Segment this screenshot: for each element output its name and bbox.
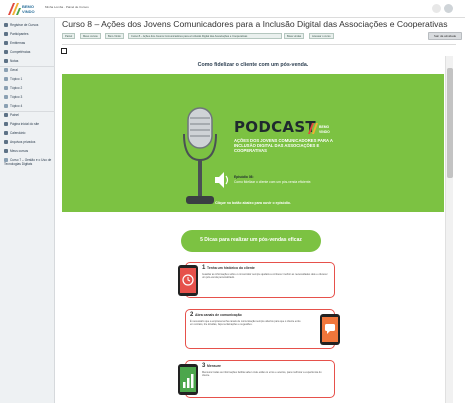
tip-card-2: 2 Abra canais de comunicação É necessári… [185,309,340,349]
page-title: Curso 8 – Ações dos Jovens Comunicadores… [62,19,448,29]
sidebar-divider [0,66,55,67]
svg-text:VINDO: VINDO [22,9,35,14]
sidebar-item-topico-1[interactable]: Tópico 1 [4,77,54,81]
chart-icon [4,50,8,54]
sidebar-item-pagina-inicial[interactable]: Página inicial do site [4,122,54,126]
dashboard-icon [4,113,8,117]
tip-number: 2 [190,312,194,318]
svg-text:BEMO: BEMO [319,125,330,129]
sidebar-item-emblemas[interactable]: Emblemas [4,41,54,45]
episode-title: Como fidelizar o cliente com um pós-vend… [234,180,312,184]
sidebar-item-registrar[interactable]: Registrar de Cursos [4,23,54,27]
breadcrumb-item-boas-vindas[interactable]: Boas vindas [284,33,305,39]
header-divider [62,44,456,45]
podcast-banner: PODCAST AÇÕES DOS JOVENS COMUNICADORES P… [62,74,444,212]
intro-heading: Como fidelizar o cliente com um pós-vend… [197,62,309,68]
app-window: BEMO VINDO Minha Lomba · Painel de Curso… [0,0,465,403]
podcast-subtitle: AÇÕES DOS JOVENS COMUNICADORES PARA A IN… [234,138,333,153]
breadcrumb-item-bem-vindo[interactable]: Bem-Vindo [105,33,124,39]
notification-icon[interactable] [432,4,441,13]
chat-icon [320,314,340,345]
home-icon [4,122,8,126]
tips-banner: 5 Dicas para realizar um pós-vendas efic… [181,230,321,252]
speaker-icon[interactable] [214,171,230,189]
top-breadcrumb[interactable]: Minha Lomba · Painel de Cursos [45,5,89,9]
users-icon [4,32,8,36]
folder-icon [4,95,8,99]
breadcrumb-item-curso[interactable]: Curso 8 – Ações dos Jovens Comunicadores… [128,33,282,39]
tips-heading: 5 Dicas para realizar um pós-vendas efic… [200,237,302,243]
clock-icon [178,265,198,296]
tip-card-1: 1 Tenha um histórico do cliente Guardar … [178,262,335,298]
sidebar-item-arquivos[interactable]: Arquivos privados [4,140,54,144]
tip-body: É necessário que a empresa tenha canais … [190,320,301,326]
sidebar-item-notas[interactable]: Notas [4,59,54,63]
podcast-title: PODCAST [234,118,316,136]
sidebar-item-curso-7[interactable]: Curso 7 – Gestão e o Uso de Tecnologias … [4,158,54,166]
tip-number: 3 [202,363,206,369]
content-scrollbar[interactable] [445,56,453,403]
activity-content: Como fidelizar o cliente com um pós-vend… [62,56,444,403]
folder-icon [4,68,8,72]
user-avatar[interactable] [444,4,453,13]
breadcrumb-item-meus-cursos[interactable]: Meus cursos [80,33,101,39]
sidebar: Registrar de Cursos Participantes Emblem… [0,18,55,403]
breadcrumb-item-acessar[interactable]: Acessar o curso [309,33,334,39]
graduation-icon [4,149,8,153]
sidebar-item-meus-cursos[interactable]: Meus cursos [4,149,54,153]
episode-label: Episódio 08: [234,175,254,179]
breadcrumb-item-painel[interactable]: Painel [62,33,76,39]
infographic: 5 Dicas para realizar um pós-vendas efic… [167,227,340,403]
sidebar-item-painel[interactable]: Painel [4,113,54,117]
file-icon [4,140,8,144]
tip-card-3: 3 Mensure Mensurar todas as informações … [178,360,335,398]
play-instruction: Clique no botão abaixo para ouvir o epis… [215,201,291,205]
hamburger-icon [4,23,8,27]
microphone-icon [183,107,217,204]
bar-chart-icon [178,364,198,395]
sidebar-item-topico-2[interactable]: Tópico 2 [4,86,54,90]
top-bar: BEMO VINDO Minha Lomba · Painel de Curso… [0,0,465,18]
folder-icon [4,104,8,108]
grades-icon [4,59,8,63]
exit-activity-button[interactable]: Sair da atividade [428,32,462,40]
sidebar-item-topico-3[interactable]: Tópico 3 [4,95,54,99]
sidebar-item-topico-4[interactable]: Tópico 4 [4,104,54,108]
tip-title: Abra canais de comunicação [195,313,242,317]
folder-icon [4,77,8,81]
calendar-icon [4,131,8,135]
completion-checkbox[interactable] [61,48,67,54]
sidebar-item-participantes[interactable]: Participantes [4,32,54,36]
badge-icon [4,41,8,45]
sidebar-item-geral[interactable]: Geral [4,68,54,72]
folder-icon [4,86,8,90]
tip-body: Guardar as informações sobre o consumido… [202,273,328,279]
sidebar-item-calendario[interactable]: Calendário [4,131,54,135]
brand-logo-small: BEMO VINDO [308,123,330,134]
tip-number: 1 [202,265,206,271]
tip-title: Tenha um histórico do cliente [207,266,255,270]
tip-title: Mensure [207,364,221,368]
brand-logo[interactable]: BEMO VINDO [6,1,36,17]
scrollbar-thumb[interactable] [447,68,453,178]
svg-text:VINDO: VINDO [319,130,330,134]
sidebar-divider [0,111,55,112]
tip-body: Mensurar todas as informações facilita s… [202,371,322,377]
sidebar-item-competencias[interactable]: Competências [4,50,54,54]
